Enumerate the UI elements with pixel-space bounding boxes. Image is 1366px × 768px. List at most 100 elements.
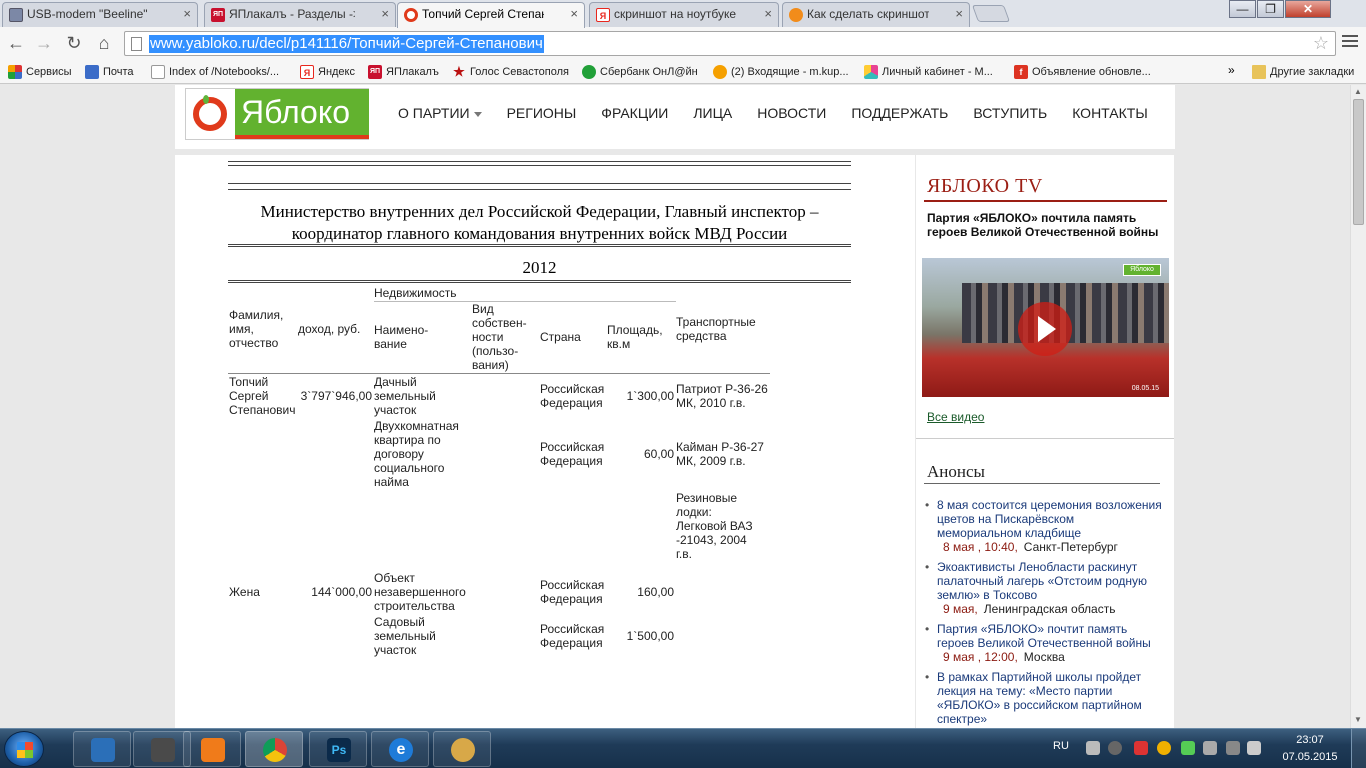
page-icon	[9, 8, 23, 22]
star-icon: ★	[453, 64, 465, 79]
tray-app-icon[interactable]	[1134, 741, 1148, 755]
divider	[228, 280, 851, 281]
taskbar-internet-explorer[interactable]: e	[371, 731, 429, 767]
taskbar-chrome[interactable]	[245, 731, 303, 767]
divider	[228, 282, 851, 283]
taskbar-video-player[interactable]	[183, 731, 241, 767]
clock-time[interactable]: 23:07	[1280, 734, 1340, 746]
nav-contacts[interactable]: КОНТАКТЫ	[1072, 85, 1148, 141]
bookmark-personal-cabinet[interactable]: Личный кабинет - М...	[864, 63, 993, 81]
site-icon	[789, 8, 803, 22]
tab-screenshot-search[interactable]: Я скриншот на ноутбуке — Я ×	[589, 2, 779, 27]
close-tab-icon[interactable]: ×	[570, 3, 578, 25]
taskbar-paint[interactable]	[433, 731, 491, 767]
nav-people[interactable]: ЛИЦА	[693, 85, 732, 141]
tray-device-icon[interactable]	[1203, 741, 1217, 755]
announcement-link[interactable]: 8 мая состоится церемония возложения цве…	[925, 498, 1162, 540]
bookmark-yandex[interactable]: Я Яндекс	[300, 63, 355, 81]
divider	[924, 200, 1167, 202]
nav-fractions[interactable]: ФРАКЦИИ	[601, 85, 668, 141]
nav-news[interactable]: НОВОСТИ	[757, 85, 826, 141]
show-desktop-button[interactable]	[1351, 729, 1366, 768]
bookmark-label: Index of /Notebooks/...	[169, 66, 280, 78]
new-tab-button[interactable]	[971, 5, 1011, 22]
bookmark-label: Почта	[103, 66, 134, 78]
person-income: 3`797`946,00	[300, 389, 372, 403]
transport-item: Резиновые лодки: Легковой ВАЗ -21043, 20…	[676, 491, 753, 561]
language-indicator[interactable]: RU	[1053, 740, 1069, 752]
announcement-link[interactable]: Экоактивисты Ленобласти раскинут палаточ…	[925, 560, 1162, 602]
bookmark-label: Личный кабинет - М...	[882, 66, 993, 78]
bookmark-yaplakal[interactable]: ЯП ЯПлакалъ	[368, 63, 439, 81]
taskbar-photoshop[interactable]: Ps	[309, 731, 367, 767]
internet-explorer-icon: e	[389, 738, 413, 762]
bookmark-golos-sevastopolya[interactable]: ★ Голос Севастополя	[452, 63, 569, 81]
scroll-up-icon[interactable]: ▲	[1354, 87, 1362, 96]
scroll-down-icon[interactable]: ▼	[1354, 715, 1362, 724]
bookmark-inbox[interactable]: (2) Входящие - m.kup...	[713, 63, 849, 81]
bookmark-services[interactable]: Сервисы	[8, 63, 72, 81]
taskbar-control-panel[interactable]	[73, 731, 131, 767]
announcement-link[interactable]: В рамках Партийной школы пройдет лекция …	[925, 670, 1162, 726]
scrollbar-thumb[interactable]	[1353, 99, 1364, 225]
close-tab-icon[interactable]: ×	[955, 3, 963, 25]
tab-label: скриншот на ноутбуке — Я	[614, 7, 738, 21]
realty-area: 160,00	[637, 585, 674, 599]
bookmark-announcement[interactable]: f Объявление обновле...	[1014, 63, 1151, 81]
video-caption-link[interactable]: Партия «ЯБЛОКО» почтила память героев Ве…	[927, 211, 1167, 239]
realty-country: Российская Федерация	[540, 382, 605, 410]
main-nav: О ПАРТИИ РЕГИОНЫ ФРАКЦИИ ЛИЦА НОВОСТИ ПО…	[398, 85, 1173, 141]
tray-signal-icon[interactable]	[1247, 741, 1261, 755]
start-button[interactable]	[4, 731, 44, 767]
nav-support[interactable]: ПОДДЕРЖАТЬ	[851, 85, 948, 141]
realty-country: Российская Федерация	[540, 578, 605, 606]
announcement-place: Санкт-Петербург	[1023, 540, 1118, 554]
tab-topchiy[interactable]: Топчий Сергей Степанович ×	[397, 2, 585, 28]
bookmark-star-icon[interactable]: ☆	[1313, 33, 1329, 54]
tray-action-icon[interactable]	[1226, 741, 1240, 755]
announcement-date: 9 мая,	[943, 602, 978, 616]
mail-ru-icon	[713, 65, 727, 79]
close-tab-icon[interactable]: ×	[183, 3, 191, 25]
tray-chrome-icon[interactable]	[1157, 741, 1171, 755]
tab-how-to-screenshot[interactable]: Как сделать скриншот на н ×	[782, 2, 970, 27]
tray-download-icon[interactable]	[1181, 741, 1195, 755]
close-tab-icon[interactable]: ×	[764, 3, 772, 25]
vertical-scrollbar[interactable]: ▲ ▼	[1350, 85, 1366, 728]
bookmark-label: Голос Севастополя	[470, 66, 569, 78]
bookmark-index-of[interactable]: Index of /Notebooks/...	[151, 63, 279, 81]
nav-regions[interactable]: РЕГИОНЫ	[507, 85, 577, 141]
other-bookmarks-folder[interactable]: Другие закладки	[1252, 63, 1354, 81]
more-bookmarks-chevron-icon[interactable]: »	[1228, 63, 1235, 77]
video-thumbnail[interactable]: Яблоко 08.05.15	[922, 258, 1169, 397]
bookmark-mail[interactable]: Почта	[85, 63, 134, 81]
nav-about-party[interactable]: О ПАРТИИ	[398, 85, 482, 141]
all-videos-link[interactable]: Все видео	[927, 410, 984, 424]
nav-join[interactable]: ВСТУПИТЬ	[973, 85, 1047, 141]
announcement-link[interactable]: Партия «ЯБЛОКО» почтит память героев Вел…	[925, 622, 1162, 650]
home-button[interactable]: ⌂	[94, 33, 114, 53]
tray-network-icon[interactable]	[1086, 741, 1100, 755]
reload-button[interactable]: ↻	[64, 33, 84, 53]
tray-volume-icon[interactable]	[1108, 741, 1122, 755]
maximize-button[interactable]: ❐	[1257, 0, 1284, 18]
right-sidebar: ЯБЛОКО TV Партия «ЯБЛОКО» почтила память…	[916, 155, 1174, 728]
close-tab-icon[interactable]: ×	[381, 3, 389, 25]
close-window-button[interactable]: ✕	[1285, 0, 1331, 18]
yabloko-logo[interactable]: Яблоко	[185, 88, 369, 140]
forward-button[interactable]: →	[34, 33, 54, 53]
bookmark-sberbank[interactable]: Сбербанк ОнЛ@йн	[582, 63, 698, 81]
logo-text: Яблоко	[235, 89, 369, 135]
tab-yaplakal[interactable]: ЯП ЯПлакалъ - Разделы -> Отв ×	[204, 2, 396, 27]
menu-icon[interactable]	[1342, 35, 1358, 49]
play-icon[interactable]	[1018, 302, 1072, 356]
clock-date[interactable]: 07.05.2015	[1280, 751, 1340, 763]
realty-object: Дачный земельный участок	[374, 375, 436, 417]
divider	[228, 373, 770, 374]
minimize-button[interactable]: —	[1229, 0, 1256, 18]
url-text[interactable]: www.yabloko.ru/decl/p141116/Топчий-Серге…	[149, 35, 544, 53]
tab-usb-modem[interactable]: USB-modem "Beeline" ×	[2, 2, 198, 27]
back-button[interactable]: ←	[6, 33, 26, 53]
realty-country: Российская Федерация	[540, 440, 605, 468]
address-bar[interactable]: www.yabloko.ru/decl/p141116/Топчий-Серге…	[124, 31, 1336, 56]
